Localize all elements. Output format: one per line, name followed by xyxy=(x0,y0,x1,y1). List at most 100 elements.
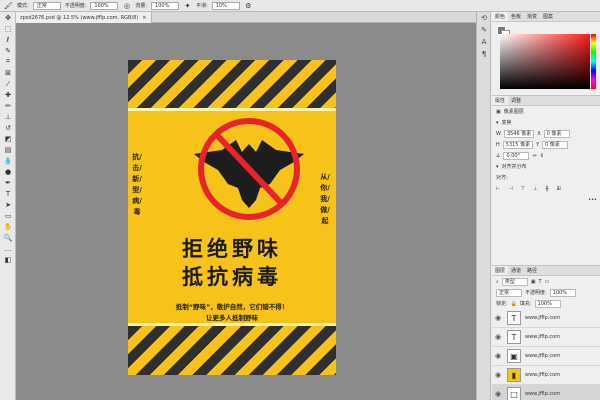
tab-color[interactable]: 颜色 xyxy=(492,12,509,21)
eye-icon[interactable]: ◉ xyxy=(495,314,503,322)
type-icon[interactable]: T xyxy=(0,188,16,199)
y-label: Y xyxy=(536,141,540,148)
poster-canvas[interactable]: 抗/击/新/型/病/毒 从/你/我/做/起 拒绝野味 抵抗病毒 抵制“野味”，敬… xyxy=(128,60,336,375)
layer-name: www.jfflp.com xyxy=(525,391,561,397)
smooth-field[interactable]: 10% xyxy=(211,1,240,10)
pen-icon[interactable]: ✒ xyxy=(0,177,16,188)
frame-icon[interactable]: ⊠ xyxy=(0,67,16,78)
document-title: zpsd2676.psd @ 12.5% (www.jfflp.com, RGB… xyxy=(20,14,139,21)
h-label: H xyxy=(496,141,500,148)
move-icon[interactable]: ✥ xyxy=(0,12,16,23)
mode-select[interactable]: 正常 xyxy=(32,1,61,10)
history-brush-icon[interactable]: ↺ xyxy=(0,122,16,133)
layer-row[interactable]: ◉ □ www.jfflp.com xyxy=(492,385,600,400)
layer-row[interactable]: ◉ T www.jfflp.com xyxy=(492,309,600,328)
align-header[interactable]: ▾ 对齐并分布 xyxy=(492,161,600,172)
smooth-label: 平滑: xyxy=(196,3,208,9)
eye-icon[interactable]: ◉ xyxy=(495,333,503,341)
more-icon[interactable]: ••• xyxy=(588,197,597,203)
filter-shape-icon[interactable]: ▭ xyxy=(545,279,550,285)
layer-row[interactable]: ◉ T www.jfflp.com xyxy=(492,328,600,347)
height-field[interactable]: 5315 像素 xyxy=(502,140,534,149)
history-icon[interactable]: ⟲ xyxy=(477,12,491,24)
chevron-down-icon: ▾ xyxy=(496,163,499,170)
paragraph-icon[interactable]: ¶ xyxy=(477,48,491,60)
tab-layers[interactable]: 图层 xyxy=(492,266,509,275)
hue-slider[interactable] xyxy=(591,34,596,89)
layer-row[interactable]: ◉ ▣ www.jfflp.com xyxy=(492,347,600,366)
tab-gradients[interactable]: 渐变 xyxy=(524,12,540,21)
slogan-line-2: 让更多人抵制野味 xyxy=(206,314,258,322)
brush-settings-icon[interactable]: ✎ xyxy=(477,24,491,36)
tab-adjustments[interactable]: 调整 xyxy=(508,96,524,105)
color-spectrum[interactable] xyxy=(500,34,590,89)
tab-patterns[interactable]: 图案 xyxy=(540,12,556,21)
healing-icon[interactable]: ✚ xyxy=(0,89,16,100)
align-middle-icon[interactable]: ╫ xyxy=(545,186,548,192)
brush-preset-icon[interactable]: 🖌 xyxy=(4,2,13,10)
flow-field[interactable]: 100% xyxy=(151,1,180,10)
angle-field[interactable]: 0.00° xyxy=(503,151,530,160)
align-center-icon[interactable]: ⊣ xyxy=(508,186,512,192)
eye-icon[interactable]: ◉ xyxy=(495,390,503,398)
align-right-icon[interactable]: ⊤ xyxy=(521,186,525,192)
lock-icon[interactable]: 🔒 xyxy=(511,301,517,307)
align-left-icon[interactable]: ⊢ xyxy=(496,186,500,192)
pressure-opacity-icon[interactable]: ◎ xyxy=(122,2,131,10)
filter-type-icon[interactable]: T xyxy=(539,279,542,285)
tab-paths[interactable]: 路径 xyxy=(524,266,540,275)
width-field[interactable]: 3546 像素 xyxy=(503,129,535,138)
character-icon[interactable]: A xyxy=(477,36,491,48)
eraser-icon[interactable]: ◩ xyxy=(0,133,16,144)
stamp-icon[interactable]: ⊥ xyxy=(0,111,16,122)
align-label: 对齐并分布 xyxy=(501,164,527,170)
search-icon: ⌕ xyxy=(496,278,499,285)
kind-filter-select[interactable]: 类型 xyxy=(501,277,528,286)
fill-field[interactable]: 100% xyxy=(534,299,561,308)
color-swatch-icon[interactable]: ◧ xyxy=(0,254,16,265)
document-tab[interactable]: zpsd2676.psd @ 12.5% (www.jfflp.com, RGB… xyxy=(16,12,152,23)
more-tools-icon[interactable]: … xyxy=(0,243,16,254)
x-field[interactable]: 0 像素 xyxy=(543,129,570,138)
blend-mode-select[interactable]: 正常 xyxy=(496,288,522,297)
align-bottom-icon[interactable]: ⊞ xyxy=(556,186,560,192)
close-icon[interactable]: × xyxy=(142,15,146,21)
crop-icon[interactable]: ⌗ xyxy=(0,56,16,67)
layer-row[interactable]: ◉ ▮ www.jfflp.com xyxy=(492,366,600,385)
hand-icon[interactable]: ✋ xyxy=(0,221,16,232)
size-row-w: W 3546 像素 X 0 像素 xyxy=(492,128,600,139)
airbrush-icon[interactable]: ✦ xyxy=(183,2,192,10)
gear-icon[interactable]: ⚙ xyxy=(244,2,253,10)
lasso-icon[interactable]: ℓ xyxy=(0,34,16,45)
properties-panel: 属性 调整 ▣ 像素图层 ▾ 变换 W 3546 像素 X 0 像素 H 531… xyxy=(492,96,600,266)
layer-opacity-field[interactable]: 100% xyxy=(549,288,576,297)
eyedropper-icon[interactable]: ⁄ xyxy=(0,78,16,89)
path-select-icon[interactable]: ➤ xyxy=(0,199,16,210)
flip-horizontal-icon[interactable]: ⇔ xyxy=(532,153,536,159)
transform-header[interactable]: ▾ 变换 xyxy=(492,117,600,128)
align-top-icon[interactable]: ⊥ xyxy=(533,186,537,192)
dodge-icon[interactable]: ● xyxy=(0,166,16,177)
filter-pixel-icon[interactable]: ▣ xyxy=(531,279,536,285)
zoom-icon[interactable]: 🔍 xyxy=(0,232,16,243)
tab-swatches[interactable]: 色板 xyxy=(508,12,524,21)
tab-properties[interactable]: 属性 xyxy=(492,96,509,105)
canvas-area[interactable]: 抗/击/新/型/病/毒 从/你/我/做/起 拒绝野味 抵抗病毒 抵制“野味”，敬… xyxy=(16,23,476,400)
eye-icon[interactable]: ◉ xyxy=(495,371,503,379)
y-field[interactable]: 0 像素 xyxy=(542,140,569,149)
opacity-field[interactable]: 100% xyxy=(90,1,119,10)
tab-channels[interactable]: 通道 xyxy=(508,266,524,275)
layers-panel: 图层 通道 路径 ⌕ 类型 ▣ T ▭ 正常 不透明度: 100% 锁定: 🔒 … xyxy=(492,266,600,400)
blur-icon[interactable]: 💧 xyxy=(0,155,16,166)
flip-vertical-icon[interactable]: ⇕ xyxy=(540,153,544,159)
shape-icon[interactable]: ▭ xyxy=(0,210,16,221)
align-sub-label: 对齐: xyxy=(496,175,508,181)
transform-label: 变换 xyxy=(501,120,512,126)
quick-select-icon[interactable]: ✎ xyxy=(0,45,16,56)
right-panels: ⟲ ✎ A ¶ 颜色 色板 渐变 图案 属性 调整 ▣ 像素图层 ▾ 变换 W xyxy=(476,12,600,400)
gradient-icon[interactable]: ▤ xyxy=(0,144,16,155)
brush-icon[interactable]: ✏ xyxy=(0,100,16,111)
marquee-icon[interactable]: ⬚ xyxy=(0,23,16,34)
eye-icon[interactable]: ◉ xyxy=(495,352,503,360)
opacity-label: 不透明度: xyxy=(64,3,87,9)
